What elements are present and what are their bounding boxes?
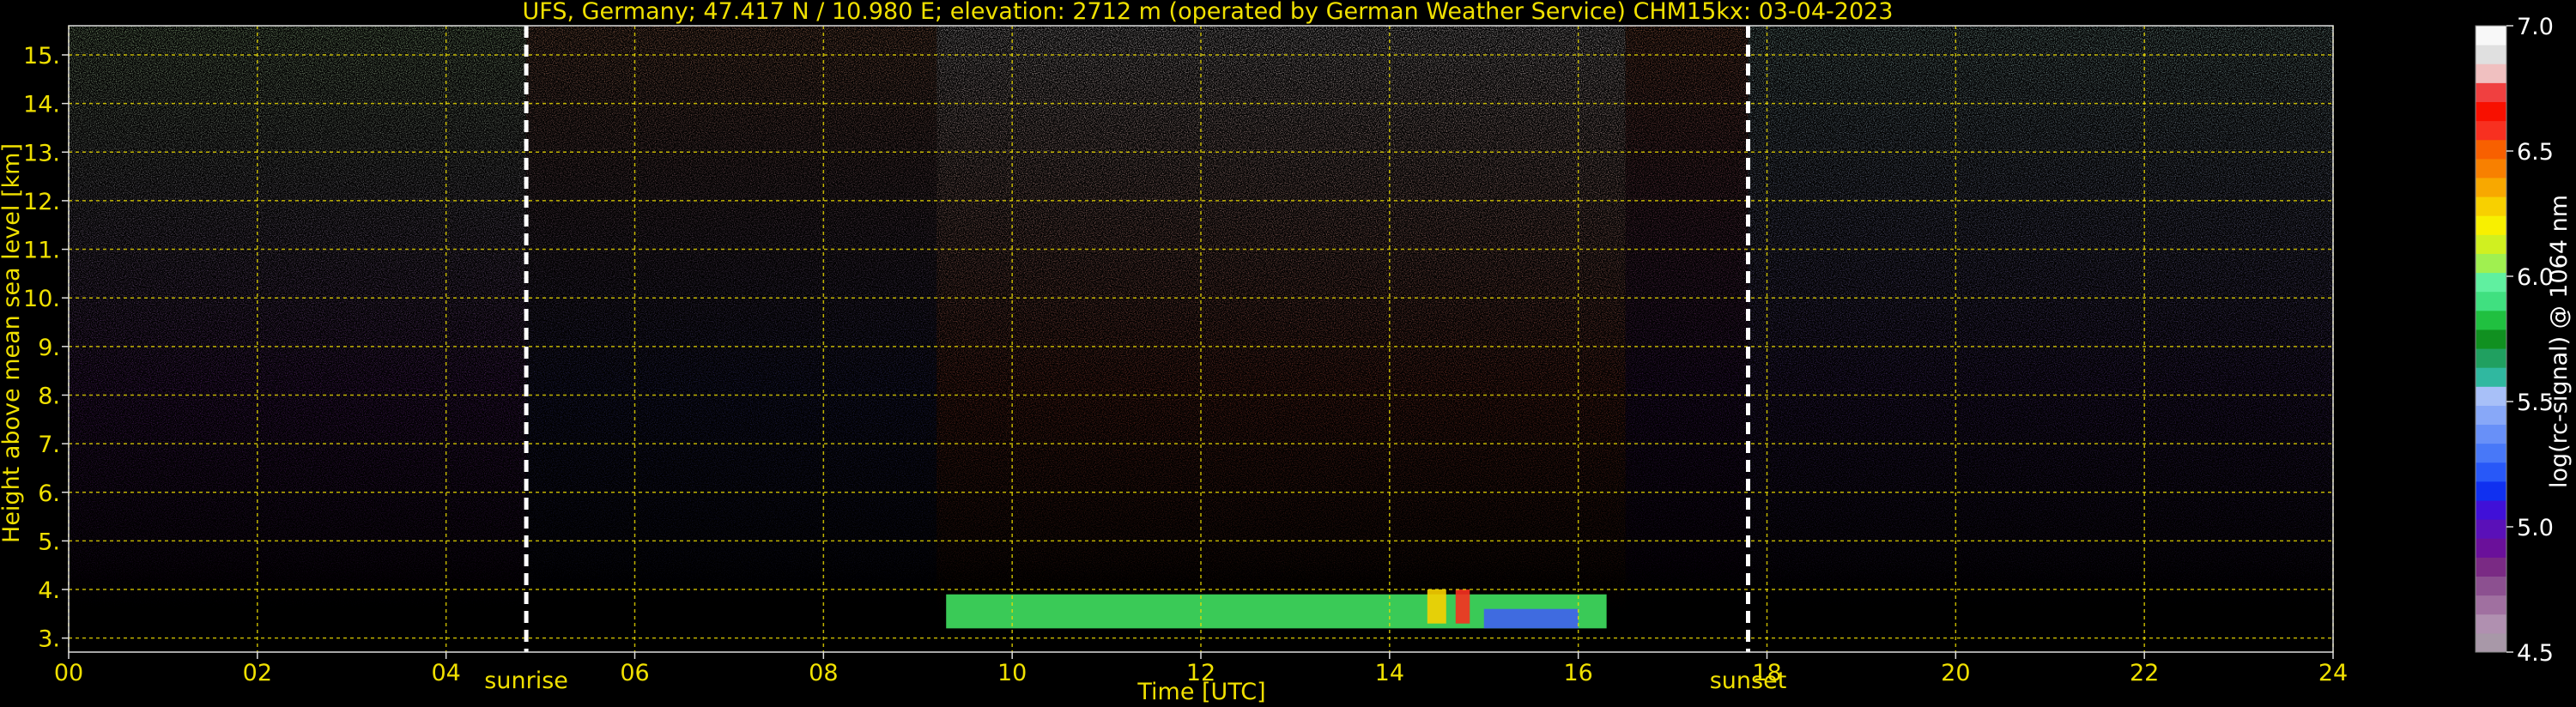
y-tick-label: 13. <box>23 140 60 166</box>
colorbar-swatch <box>2476 177 2506 197</box>
y-tick-label: 3. <box>38 626 60 653</box>
colorbar-swatch <box>2476 63 2506 83</box>
colorbar-swatch <box>2476 310 2506 330</box>
x-tick-label: 02 <box>243 660 272 686</box>
colorbar-swatch <box>2476 82 2506 102</box>
x-tick-label: 22 <box>2130 660 2159 686</box>
colorbar-swatch <box>2476 329 2506 349</box>
colorbar-swatch <box>2476 632 2506 653</box>
region-night-early <box>69 26 527 635</box>
colorbar-swatch <box>2476 139 2506 160</box>
colorbar-swatch <box>2476 120 2506 141</box>
region-midday <box>936 26 1626 635</box>
colorbar-swatch <box>2476 215 2506 235</box>
x-tick-label: 16 <box>1563 660 1592 686</box>
y-tick-label: 12. <box>23 189 60 215</box>
x-tick-label: 00 <box>54 660 83 686</box>
layer-strong-backscatter-1 <box>1427 589 1446 624</box>
chart-title: UFS, Germany; 47.417 N / 10.980 E; eleva… <box>523 0 1894 25</box>
y-tick-label: 4. <box>38 577 60 604</box>
colorbar-swatch <box>2476 253 2506 274</box>
colorbar-swatch <box>2476 291 2506 311</box>
colorbar-swatch <box>2476 196 2506 216</box>
x-tick-label: 10 <box>997 660 1027 686</box>
x-tick-label: 14 <box>1375 660 1404 686</box>
colorbar-swatch <box>2476 462 2506 482</box>
region-night-late <box>1748 26 2333 635</box>
y-tick-label: 10. <box>23 286 60 312</box>
colorbar-swatch <box>2476 101 2506 122</box>
colorbar-swatch <box>2476 348 2506 368</box>
region-afternoon <box>1625 26 1749 635</box>
colorbar-swatch <box>2476 272 2506 293</box>
colorbar-swatch <box>2476 367 2506 387</box>
colorbar-swatch <box>2476 45 2506 64</box>
colorbar-swatch <box>2476 519 2506 539</box>
y-tick-label: 11. <box>23 238 60 264</box>
x-tick-label: 24 <box>2318 660 2348 686</box>
colorbar-swatch <box>2476 613 2506 634</box>
colorbar-swatch <box>2476 443 2506 463</box>
colorbar-swatch <box>2476 26 2506 45</box>
marker-label-sunrise: sunrise <box>484 668 568 694</box>
colorbar-swatch <box>2476 576 2506 596</box>
colorbar-swatch <box>2476 595 2506 615</box>
colorbar-swatch <box>2476 405 2506 426</box>
y-tick-label: 14. <box>23 92 60 118</box>
colorbar-label: log(rc-signal) @ 1064 nm <box>2546 195 2573 488</box>
colorbar-tick-label: 7.0 <box>2517 14 2554 40</box>
y-tick-label: 8. <box>38 383 60 409</box>
layer-strong-backscatter-2 <box>1455 589 1470 624</box>
x-tick-label: 04 <box>431 660 460 686</box>
y-tick-label: 5. <box>38 529 60 555</box>
x-tick-label: 08 <box>809 660 838 686</box>
colorbar-tick-label: 4.5 <box>2517 640 2554 667</box>
layer-lower-layer-blue <box>1483 608 1579 629</box>
region-morning <box>526 26 937 635</box>
colorbar-swatch <box>2476 234 2506 254</box>
colorbar-tick-label: 6.5 <box>2517 139 2554 166</box>
x-tick-label: 20 <box>1941 660 1970 686</box>
y-tick-label: 15. <box>23 43 60 69</box>
colorbar-swatch <box>2476 480 2506 501</box>
x-axis-label: Time [UTC] <box>1136 679 1265 705</box>
colorbar-swatch <box>2476 538 2506 558</box>
chart-svg: sunrise sunset 00 02 04 06 08 10 12 14 16 18 20 22 24… <box>0 0 2573 705</box>
y-tick-label: 9. <box>38 335 60 361</box>
x-tick-label: 18 <box>1752 660 1781 686</box>
ceilometer-chart: sunrise sunset 00 02 04 06 08 10 12 14 16 18 20 22 24… <box>0 0 2576 707</box>
colorbar-swatch <box>2476 424 2506 444</box>
x-tick-label: 06 <box>620 660 649 686</box>
colorbar-swatch <box>2476 158 2506 178</box>
colorbar-swatch <box>2476 557 2506 577</box>
colorbar-swatch <box>2476 500 2506 520</box>
y-tick-label: 7. <box>38 432 60 458</box>
colorbar-tick-label: 5.0 <box>2517 515 2554 541</box>
y-tick-label: 6. <box>38 480 60 507</box>
colorbar-swatch <box>2476 386 2506 406</box>
y-axis-label: Height above mean sea level [km] <box>0 143 25 543</box>
colorbar: 4.55.05.56.06.57.0 <box>2475 14 2554 667</box>
